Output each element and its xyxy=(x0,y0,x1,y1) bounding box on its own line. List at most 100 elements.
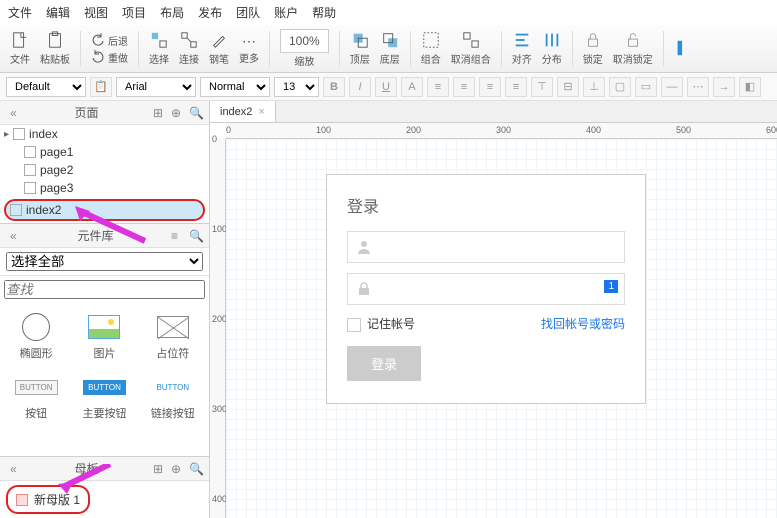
menu-project[interactable]: 项目 xyxy=(122,4,146,21)
tool-ungroup[interactable]: 取消组合 xyxy=(447,31,495,66)
tool-redo[interactable]: 重做 xyxy=(91,50,128,65)
tree-page2[interactable]: page2 xyxy=(0,161,209,179)
line-style-icon[interactable]: ⋯ xyxy=(687,77,709,97)
menu-team[interactable]: 团队 xyxy=(236,4,260,21)
tool-lock[interactable]: 锁定 xyxy=(579,31,607,66)
line-width-icon[interactable]: — xyxy=(661,77,683,97)
add-master-icon[interactable]: ⊕ xyxy=(171,462,185,476)
user-icon xyxy=(356,239,372,255)
username-input[interactable] xyxy=(347,231,625,263)
search-pages-icon[interactable]: 🔍 xyxy=(189,106,203,120)
collapse-widlib-icon[interactable]: « xyxy=(10,229,24,243)
master-label: 新母版 1 xyxy=(34,491,80,508)
login-widget[interactable]: 登录 1 记住帐号 找回帐号或密码 登录 xyxy=(326,174,646,404)
add-master-folder-icon[interactable]: ⊞ xyxy=(153,462,167,476)
widget-placeholder[interactable]: 占位符 xyxy=(145,313,201,361)
master-item-1[interactable]: 新母版 1 xyxy=(6,485,90,514)
tool-distribute[interactable]: 分布 xyxy=(538,31,566,66)
login-button[interactable]: 登录 xyxy=(347,346,421,381)
size-select[interactable]: 13 xyxy=(274,77,319,97)
tool-more[interactable]: ⋯更多 xyxy=(235,33,263,65)
tab-index2[interactable]: index2× xyxy=(210,101,276,122)
arrow-icon[interactable]: → xyxy=(713,77,735,97)
add-folder-icon[interactable]: ⊞ xyxy=(153,106,167,120)
menu-layout[interactable]: 布局 xyxy=(160,4,184,21)
remember-checkbox[interactable]: 记住帐号 xyxy=(347,315,415,332)
valign-bot-icon[interactable]: ⊥ xyxy=(583,77,605,97)
valign-mid-icon[interactable]: ⊟ xyxy=(557,77,579,97)
main-toolbar: 文件 粘贴板 后退 重做 选择 连接 钢笔 ⋯更多 100%缩放 顶层 底层 组… xyxy=(0,25,777,73)
format-bar: Default 📋 Arial Normal 13 B I U A ≡ ≡ ≡ … xyxy=(0,73,777,101)
search-widlib-icon[interactable]: 🔍 xyxy=(189,229,203,243)
menu-bar: 文件 编辑 视图 项目 布局 发布 团队 账户 帮助 xyxy=(0,0,777,25)
canvas-area: index2× 0 100 200 300 400 500 600 0 100 … xyxy=(210,101,777,518)
tool-group-btn[interactable]: 组合 xyxy=(417,31,445,66)
widget-ellipse[interactable]: 椭圆形 xyxy=(8,313,64,361)
italic-icon[interactable]: I xyxy=(349,77,371,97)
canvas[interactable]: 登录 1 记住帐号 找回帐号或密码 登录 xyxy=(226,139,777,518)
tree-page3[interactable]: page3 xyxy=(0,179,209,197)
lock-icon xyxy=(356,281,372,297)
tool-file[interactable]: 文件 xyxy=(6,31,34,66)
color-icon[interactable]: A xyxy=(401,77,423,97)
tree-index2[interactable]: index2 xyxy=(4,199,205,221)
widlib-search-input[interactable] xyxy=(4,280,205,299)
menu-publish[interactable]: 发布 xyxy=(198,4,222,21)
master-icon xyxy=(16,494,28,506)
search-masters-icon[interactable]: 🔍 xyxy=(189,462,203,476)
bold-icon[interactable]: B xyxy=(323,77,345,97)
align-left-icon[interactable]: ≡ xyxy=(453,77,475,97)
canvas-tabs: index2× xyxy=(210,101,777,123)
underline-icon[interactable]: U xyxy=(375,77,397,97)
widget-library-panel: « 元件库 ≡ 🔍 选择全部 椭圆形 图片 占位符 BUTTON按钮 BUTTO… xyxy=(0,223,209,456)
tree-page1[interactable]: page1 xyxy=(0,143,209,161)
align-right-icon[interactable]: ≡ xyxy=(505,77,527,97)
tool-select[interactable]: 选择 xyxy=(145,31,173,66)
bullet-icon[interactable]: ≡ xyxy=(427,77,449,97)
password-input[interactable]: 1 xyxy=(347,273,625,305)
widlib-select[interactable]: 选择全部 xyxy=(6,252,203,271)
login-title: 登录 xyxy=(347,193,625,217)
tool-zoom[interactable]: 100%缩放 xyxy=(276,29,333,68)
style-select[interactable]: Default xyxy=(6,77,86,97)
tool-paste[interactable]: 粘贴板 xyxy=(36,31,74,66)
tree-root[interactable]: ▸index xyxy=(0,125,209,143)
font-select[interactable]: Arial xyxy=(116,77,196,97)
valign-top-icon[interactable]: ⊤ xyxy=(531,77,553,97)
menu-view[interactable]: 视图 xyxy=(84,4,108,21)
left-sidebar: « 页面 ⊞ ⊕ 🔍 ▸index page1 page2 page3 inde… xyxy=(0,101,210,518)
close-tab-icon[interactable]: × xyxy=(258,106,264,118)
tool-undo-redo: 后退 重做 xyxy=(87,33,132,65)
collapse-icon[interactable]: « xyxy=(10,106,24,120)
tool-undo[interactable]: 后退 xyxy=(91,33,128,48)
tool-right-block[interactable] xyxy=(670,39,696,59)
tool-top[interactable]: 顶层 xyxy=(346,31,374,66)
collapse-masters-icon[interactable]: « xyxy=(10,462,24,476)
widlib-header: « 元件库 ≡ 🔍 xyxy=(0,224,209,248)
menu-account[interactable]: 账户 xyxy=(274,4,298,21)
widlib-menu-icon[interactable]: ≡ xyxy=(171,229,185,243)
border-icon[interactable]: ▭ xyxy=(635,77,657,97)
tool-unlock[interactable]: 取消锁定 xyxy=(609,31,657,66)
tool-pen[interactable]: 钢笔 xyxy=(205,31,233,66)
masters-panel: « 母板 ⊞ ⊕ 🔍 新母版 1 xyxy=(0,456,209,518)
align-center-icon[interactable]: ≡ xyxy=(479,77,501,97)
tool-connect[interactable]: 连接 xyxy=(175,31,203,66)
forgot-link[interactable]: 找回帐号或密码 xyxy=(541,315,625,332)
widget-image[interactable]: 图片 xyxy=(76,313,132,361)
pages-tree: ▸index page1 page2 page3 index2 xyxy=(0,125,209,223)
shadow-icon[interactable]: ◧ xyxy=(739,77,761,97)
tool-bottom[interactable]: 底层 xyxy=(376,31,404,66)
widget-link-button[interactable]: BUTTON链接按钮 xyxy=(145,373,201,421)
fill-icon[interactable]: ▢ xyxy=(609,77,631,97)
widget-button[interactable]: BUTTON按钮 xyxy=(8,373,64,421)
weight-select[interactable]: Normal xyxy=(200,77,270,97)
copy-style-icon[interactable]: 📋 xyxy=(90,77,112,97)
add-page-icon[interactable]: ⊕ xyxy=(171,106,185,120)
pages-title: 页面 xyxy=(75,104,99,121)
tool-align[interactable]: 对齐 xyxy=(508,31,536,66)
widget-primary-button[interactable]: BUTTON主要按钮 xyxy=(76,373,132,421)
menu-help[interactable]: 帮助 xyxy=(312,4,336,21)
menu-file[interactable]: 文件 xyxy=(8,4,32,21)
menu-edit[interactable]: 编辑 xyxy=(46,4,70,21)
